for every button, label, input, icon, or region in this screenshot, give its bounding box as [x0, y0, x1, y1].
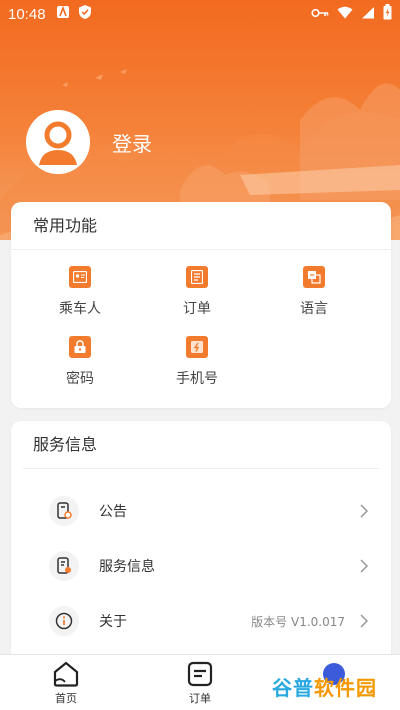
- watermark-part-1: 谷普: [272, 676, 314, 700]
- feature-language-label: 语言: [300, 301, 328, 317]
- shield-icon: [78, 4, 92, 24]
- nav-orders[interactable]: 订单: [160, 661, 240, 706]
- chevron-right-icon: [360, 614, 369, 628]
- info-icon: [49, 606, 79, 636]
- service-info-row[interactable]: 服务信息: [49, 546, 369, 586]
- phone-icon: [186, 336, 208, 358]
- common-functions-card: 常用功能 乘车人 订单 语言 密码 手机号: [11, 202, 391, 408]
- vpn-key-icon: [311, 5, 329, 23]
- announcement-label: 公告: [99, 504, 127, 520]
- feature-phone-label: 手机号: [176, 371, 218, 387]
- chevron-right-icon: [360, 504, 369, 518]
- battery-icon: [383, 4, 392, 24]
- passenger-icon: [69, 266, 91, 288]
- feature-order-label: 订单: [183, 301, 211, 317]
- avatar[interactable]: [26, 110, 90, 174]
- order-nav-icon: [187, 661, 213, 687]
- feature-password[interactable]: 密码: [30, 336, 130, 388]
- feature-phone[interactable]: 手机号: [147, 336, 247, 388]
- user-avatar-icon: [26, 110, 90, 174]
- feature-passenger-label: 乘车人: [59, 301, 101, 317]
- language-icon: [303, 266, 325, 288]
- order-icon: [186, 266, 208, 288]
- password-icon: [69, 336, 91, 358]
- chevron-right-icon: [360, 559, 369, 573]
- nav-home[interactable]: 首页: [26, 661, 106, 706]
- home-icon: [53, 661, 79, 687]
- announcement-row[interactable]: 公告: [49, 491, 369, 531]
- service-info-title: 服务信息: [23, 421, 379, 469]
- service-info-label: 服务信息: [99, 559, 155, 575]
- profile-section[interactable]: 登录: [26, 110, 152, 174]
- nav-orders-label: 订单: [189, 692, 211, 705]
- feature-language[interactable]: 语言: [264, 266, 364, 318]
- feature-grid: 乘车人 订单 语言 密码 手机号: [11, 250, 391, 408]
- status-bar: 10:48: [0, 0, 400, 28]
- version-text: 版本号 V1.0.017: [251, 614, 345, 629]
- common-functions-title: 常用功能: [11, 202, 391, 250]
- feature-passenger[interactable]: 乘车人: [30, 266, 130, 318]
- wifi-icon: [337, 5, 353, 23]
- login-link[interactable]: 登录: [112, 128, 152, 157]
- nav-home-label: 首页: [55, 692, 77, 705]
- status-time: 10:48: [8, 5, 46, 23]
- app-notification-icon: [56, 5, 70, 23]
- feature-password-label: 密码: [66, 371, 94, 387]
- watermark: 谷普软件园: [272, 672, 377, 701]
- announcement-icon: [49, 496, 79, 526]
- signal-icon: [361, 5, 375, 23]
- about-row[interactable]: 关于 版本号 V1.0.017: [49, 601, 369, 641]
- service-info-icon: [49, 551, 79, 581]
- watermark-part-2: 软件园: [314, 676, 377, 700]
- feature-order[interactable]: 订单: [147, 266, 247, 318]
- about-label: 关于: [99, 614, 127, 630]
